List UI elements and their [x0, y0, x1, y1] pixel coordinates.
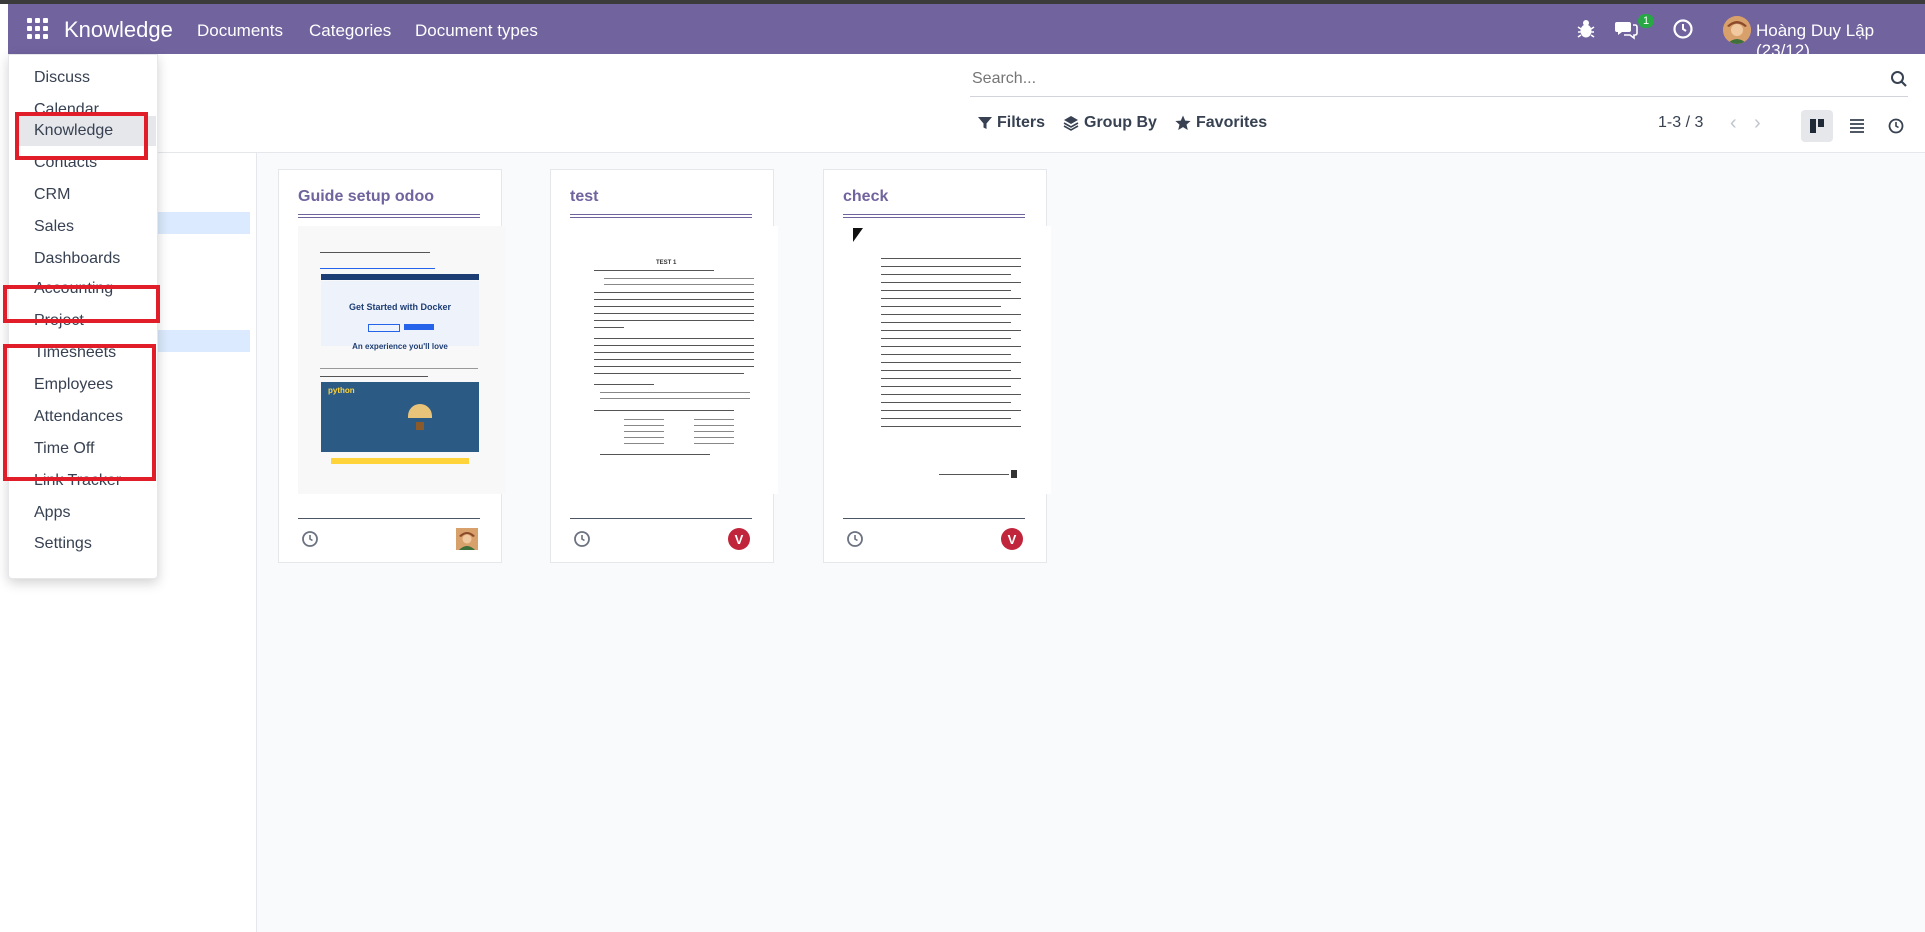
nav-documents[interactable]: Documents — [197, 21, 283, 41]
owner-avatar[interactable]: V — [728, 528, 750, 550]
document-thumbnail[interactable]: TEST 1 — [570, 226, 778, 494]
title-underline — [843, 214, 1025, 215]
clock-icon[interactable] — [573, 530, 591, 548]
clock-icon[interactable] — [1672, 18, 1694, 40]
messages-badge: 1 — [1638, 14, 1655, 28]
docker-subheading: An experience you'll love — [352, 342, 448, 351]
docker-heading: Get Started with Docker — [348, 302, 452, 312]
owner-avatar[interactable]: V — [1001, 528, 1023, 550]
user-avatar[interactable] — [1723, 16, 1751, 44]
nav-document-types[interactable]: Document types — [415, 21, 538, 41]
sidepanel-selected-row[interactable] — [158, 330, 250, 352]
card-title[interactable]: check — [843, 188, 888, 206]
top-navbar: Knowledge Documents Categories Document … — [8, 4, 1925, 60]
pager-prev-icon[interactable]: ‹ — [1730, 112, 1737, 135]
document-thumbnail[interactable] — [843, 226, 1051, 494]
sidepanel-selected-row[interactable] — [158, 212, 250, 234]
card-footer-line — [570, 518, 752, 519]
bug-icon[interactable] — [1576, 18, 1596, 40]
menu-item-crm[interactable]: CRM — [34, 186, 70, 204]
pager-value[interactable]: 1-3 / 3 — [1658, 114, 1703, 132]
star-icon — [1175, 115, 1191, 130]
title-underline — [298, 217, 480, 218]
title-underline — [570, 217, 752, 218]
search-bar — [970, 64, 1908, 97]
search-input[interactable] — [970, 64, 1854, 94]
card-footer-line — [298, 518, 480, 519]
kanban-card[interactable]: Guide setup odoo Get Started with Docker… — [278, 169, 506, 563]
document-thumbnail[interactable]: Get Started with Docker An experience yo… — [298, 226, 506, 494]
highlight-box-hr-apps — [3, 344, 156, 481]
title-underline — [298, 214, 480, 215]
pager-next-icon[interactable]: › — [1754, 112, 1761, 135]
filter-icon — [978, 117, 992, 129]
menu-item-settings[interactable]: Settings — [34, 535, 92, 553]
highlight-box-accounting — [3, 285, 160, 323]
clock-icon[interactable] — [846, 530, 864, 548]
card-footer-line — [843, 518, 1025, 519]
title-underline — [843, 217, 1025, 218]
kanban-card[interactable]: test TEST 1 V — [550, 169, 778, 563]
menu-item-dashboards[interactable]: Dashboards — [34, 250, 120, 268]
menu-item-discuss[interactable]: Discuss — [34, 69, 90, 87]
python-brand: python — [328, 386, 355, 395]
list-view-icon[interactable] — [1841, 110, 1873, 142]
kanban-view-icon[interactable] — [1801, 110, 1833, 142]
menu-item-apps[interactable]: Apps — [34, 504, 70, 522]
highlight-box-knowledge — [15, 112, 148, 160]
chat-icon[interactable] — [1614, 18, 1638, 40]
app-title[interactable]: Knowledge — [64, 17, 173, 43]
favorites-button[interactable]: Favorites — [1175, 114, 1267, 132]
clock-icon[interactable] — [301, 530, 319, 548]
search-icon[interactable] — [1890, 70, 1908, 88]
group-by-button[interactable]: Group By — [1063, 114, 1157, 132]
nav-categories[interactable]: Categories — [309, 21, 391, 41]
owner-avatar[interactable] — [456, 528, 478, 550]
control-panel: Filters Group By Favorites 1-3 / 3 ‹ › — [8, 54, 1925, 153]
activity-view-icon[interactable] — [1880, 110, 1912, 142]
kanban-card[interactable]: check V — [823, 169, 1051, 563]
group-by-label: Group By — [1084, 114, 1157, 131]
menu-item-sales[interactable]: Sales — [34, 218, 74, 236]
layers-icon — [1063, 116, 1079, 131]
filters-button[interactable]: Filters — [978, 114, 1045, 132]
title-underline — [570, 214, 752, 215]
filters-label: Filters — [997, 114, 1046, 131]
card-title[interactable]: Guide setup odoo — [298, 188, 434, 206]
favorites-label: Favorites — [1196, 114, 1268, 131]
card-title[interactable]: test — [570, 188, 598, 206]
kanban-area: Guide setup odoo Get Started with Docker… — [257, 153, 1925, 932]
apps-grid-icon[interactable] — [27, 18, 49, 40]
test-heading: TEST 1 — [656, 260, 677, 266]
